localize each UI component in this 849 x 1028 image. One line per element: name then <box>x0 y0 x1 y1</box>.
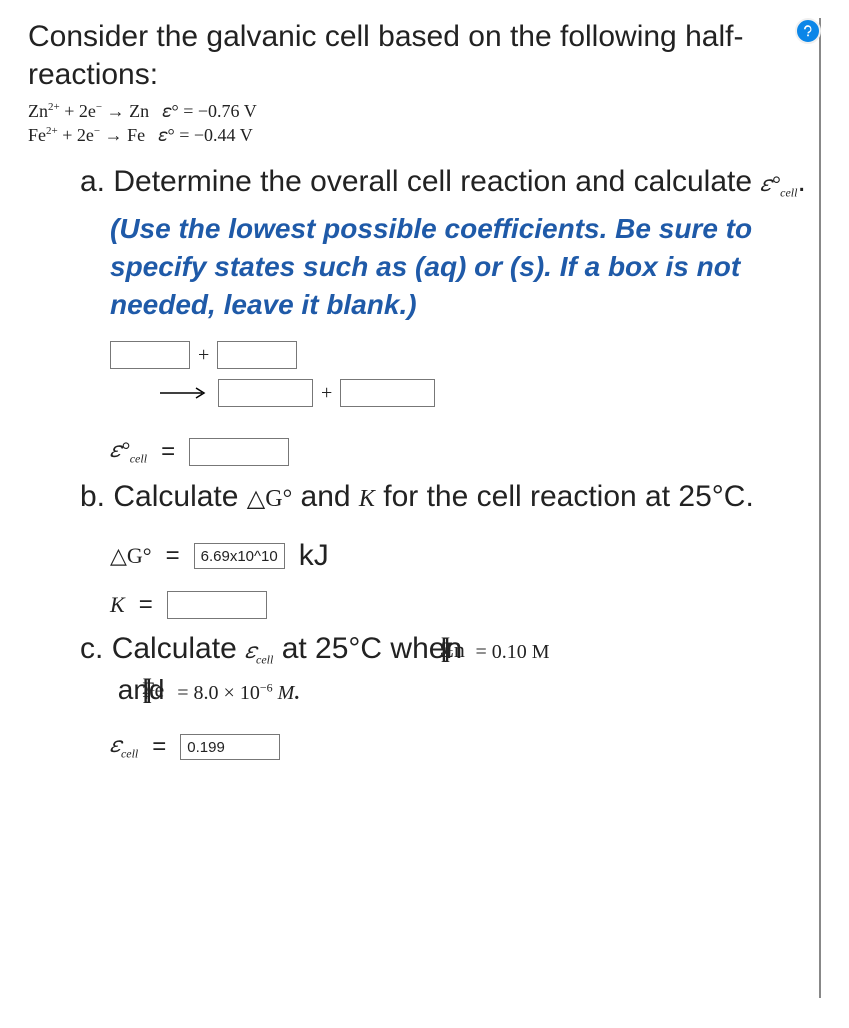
ecell-c-input[interactable]: 0.199 <box>180 734 280 760</box>
kj-unit: kJ <box>299 539 329 573</box>
fe-value: = 8.0 × 10−6 M <box>172 682 294 704</box>
part-b-tail: for the cell reaction at 25°C. <box>375 480 754 513</box>
delta-g-input[interactable]: 6.69x10^10 <box>194 543 285 569</box>
zn-value: = 0.10 M <box>470 641 549 663</box>
ecell-label: 𝜀°cell <box>110 437 147 466</box>
reaction-row1: + <box>80 341 809 369</box>
ecell-row: 𝜀°cell = <box>80 437 809 466</box>
delta-g-symbol: △G° <box>247 486 292 512</box>
product-2-input[interactable] <box>340 379 435 407</box>
K-label: K <box>110 592 125 618</box>
plus-sign: + <box>198 344 209 367</box>
reaction-row2: + <box>80 379 809 407</box>
ecell-c-row: 𝜀cell = 0.199 <box>80 732 809 761</box>
half-reactions: Zn2+ + 2e− → Zn 𝜀° = −0.76 V Fe2+ + 2e− … <box>28 99 809 148</box>
K-input[interactable] <box>167 591 267 619</box>
plus-sign-2: + <box>321 382 332 405</box>
reactant-2-input[interactable] <box>217 341 297 369</box>
part-c: c. Calculate 𝜀cell at 25°C when [Zn2+] =… <box>80 629 809 761</box>
part-b: b. Calculate △G° and K for the cell reac… <box>80 477 809 620</box>
arrow-icon <box>160 386 210 400</box>
ecell-symbol-c: 𝜀cell <box>245 638 273 663</box>
part-a-text: Determine the overall cell reaction and … <box>113 165 760 198</box>
intro-text: Consider the galvanic cell based on the … <box>28 18 809 93</box>
part-c-text1: Calculate <box>112 632 245 665</box>
equals-sign: = <box>155 438 181 466</box>
delta-g-row: △G° = 6.69x10^10 kJ <box>80 539 809 573</box>
reactant-1-input[interactable] <box>110 341 190 369</box>
part-c-letter: c. <box>80 632 103 665</box>
help-icon[interactable] <box>795 18 821 44</box>
ecell-input[interactable] <box>189 438 289 466</box>
part-b-letter: b. <box>80 480 105 513</box>
part-b-text1: Calculate <box>113 480 246 513</box>
K-symbol: K <box>359 486 375 512</box>
part-a: a. Determine the overall cell reaction a… <box>80 162 809 467</box>
product-1-input[interactable] <box>218 379 313 407</box>
part-a-hint: (Use the lowest possible coefficients. B… <box>80 210 809 323</box>
K-row: K = <box>80 591 809 619</box>
ecell-c-label: 𝜀cell <box>110 732 138 761</box>
equals-sign-ec: = <box>146 733 172 761</box>
part-a-letter: a. <box>80 165 105 198</box>
equals-sign-k: = <box>133 591 159 619</box>
delta-g-label: △G° <box>110 543 152 569</box>
ecell-symbol: 𝜀°cell <box>760 171 797 196</box>
question-mark-icon <box>801 24 815 38</box>
part-b-and: and <box>292 480 359 513</box>
equals-sign-dg: = <box>160 542 186 570</box>
